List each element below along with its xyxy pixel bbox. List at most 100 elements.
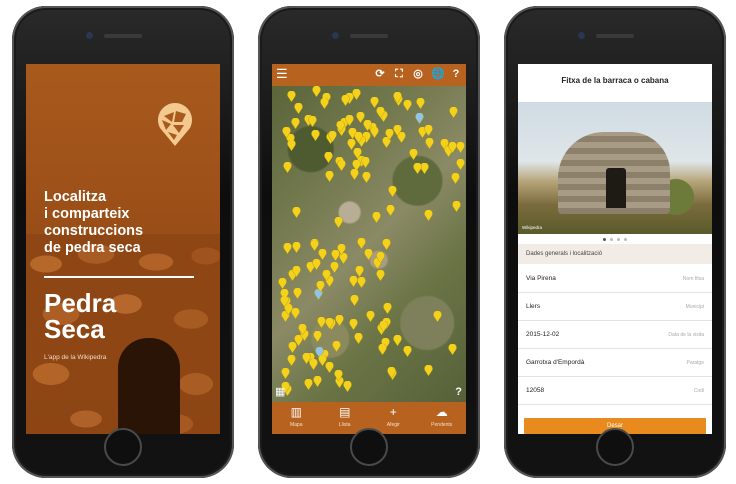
location-pin-icon[interactable]: [362, 172, 371, 183]
tab-add[interactable]: + Afegir: [371, 402, 416, 428]
location-pin-icon[interactable]: [362, 120, 372, 132]
home-button[interactable]: [104, 428, 142, 466]
location-pin-icon[interactable]: [424, 209, 434, 221]
location-pin-icon[interactable]: [354, 131, 364, 143]
globe-icon[interactable]: 🌐: [431, 67, 445, 81]
location-pin-icon[interactable]: [364, 248, 373, 260]
location-pin-icon[interactable]: [308, 115, 318, 127]
location-pin-icon[interactable]: [331, 341, 341, 353]
location-pin-icon[interactable]: [456, 159, 465, 171]
field-row[interactable]: Via Pirena Nom fitxa: [518, 265, 712, 293]
location-pin-icon[interactable]: [291, 117, 300, 129]
location-pin-icon[interactable]: [282, 161, 292, 173]
location-pin-icon[interactable]: [330, 262, 340, 274]
location-pin-icon[interactable]: [379, 321, 389, 333]
location-pin-icon[interactable]: [345, 114, 355, 126]
location-pin-icon[interactable]: [318, 249, 327, 261]
location-pin-icon[interactable]: [298, 323, 307, 335]
location-pin-icon[interactable]: [415, 97, 425, 109]
location-pin-icon[interactable]: [311, 129, 321, 141]
location-pin-icon[interactable]: [294, 102, 304, 114]
location-pin-icon[interactable]: [383, 303, 392, 315]
location-pin-icon[interactable]: [311, 86, 321, 98]
location-pin-icon[interactable]: [452, 200, 461, 212]
location-pin-icon[interactable]: [292, 207, 301, 219]
location-pin-icon[interactable]: [334, 369, 343, 381]
help-icon[interactable]: ?: [450, 67, 462, 81]
location-pin-icon[interactable]: [278, 277, 287, 289]
location-pin-icon[interactable]: [325, 318, 334, 330]
location-pin-icon[interactable]: [316, 280, 326, 292]
home-button[interactable]: [596, 428, 634, 466]
location-pin-icon[interactable]: [392, 334, 402, 346]
location-pin-icon[interactable]: [283, 243, 292, 255]
location-pin-icon[interactable]: [425, 137, 435, 149]
location-pin-icon[interactable]: [320, 98, 329, 110]
location-pin-icon[interactable]: [350, 169, 359, 181]
field-row[interactable]: Llers Municipi: [518, 293, 712, 321]
location-pin-icon[interactable]: [366, 311, 375, 323]
fullscreen-icon[interactable]: ⛶: [393, 67, 405, 81]
location-pin-icon[interactable]: [361, 156, 371, 168]
location-pin-icon[interactable]: [336, 120, 346, 132]
location-pin-icon[interactable]: [333, 217, 343, 229]
location-pin-icon[interactable]: [386, 204, 395, 216]
location-pin-icon[interactable]: [375, 107, 385, 119]
location-pin-icon[interactable]: [322, 269, 332, 281]
home-button[interactable]: [350, 428, 388, 466]
location-pin-icon[interactable]: [448, 107, 458, 119]
location-pin-icon[interactable]: [387, 367, 397, 379]
refresh-icon[interactable]: ⟳: [374, 67, 386, 81]
location-pin-icon[interactable]: [349, 319, 358, 331]
location-pin-icon[interactable]: [403, 100, 412, 112]
location-pin-icon[interactable]: [456, 142, 465, 154]
menu-icon[interactable]: ☰: [276, 67, 290, 81]
location-pin-icon[interactable]: [328, 130, 337, 142]
location-pin-icon[interactable]: [357, 277, 366, 289]
location-pin-icon[interactable]: [381, 238, 391, 250]
location-pin-icon[interactable]: [335, 315, 345, 327]
location-pin-icon[interactable]: [448, 344, 457, 356]
location-pin-icon[interactable]: [282, 126, 291, 138]
location-pin-icon[interactable]: [350, 294, 360, 306]
location-pin-icon[interactable]: [409, 148, 419, 160]
field-row[interactable]: 12058 Codi: [518, 377, 712, 405]
location-pin-icon[interactable]: [280, 295, 289, 307]
location-pin-icon[interactable]: [357, 238, 366, 250]
pin-help-icon[interactable]: ?: [455, 386, 462, 398]
location-pin-icon[interactable]: [387, 186, 397, 198]
carousel-dots[interactable]: [518, 238, 712, 241]
location-pin-icon[interactable]: [369, 96, 379, 108]
location-pin-icon[interactable]: [292, 241, 301, 253]
location-pin-icon[interactable]: [337, 160, 347, 172]
location-pin-icon[interactable]: [323, 151, 333, 163]
location-pin-icon[interactable]: [287, 140, 297, 152]
satellite-map[interactable]: [272, 86, 466, 402]
location-pin-icon[interactable]: [311, 259, 321, 271]
location-pin-icon[interactable]: [331, 249, 340, 261]
locate-icon[interactable]: ◎: [412, 67, 424, 81]
tab-list[interactable]: ▤ Llista: [322, 402, 367, 428]
location-pin-icon[interactable]: [312, 375, 322, 387]
location-pin-icon[interactable]: [393, 91, 402, 103]
location-pin-icon[interactable]: [392, 124, 402, 136]
field-row[interactable]: 2015-12-02 Data de la visita: [518, 321, 712, 349]
location-pin-icon[interactable]: [281, 368, 291, 380]
tab-pending[interactable]: ☁ Pendents: [419, 402, 464, 428]
location-pin-icon[interactable]: [293, 287, 303, 299]
location-pin-icon[interactable]: [376, 270, 386, 282]
layers-icon[interactable]: ▦: [275, 385, 285, 398]
location-pin-icon[interactable]: [355, 266, 364, 278]
location-pin-icon[interactable]: [287, 354, 296, 366]
location-pin-icon[interactable]: [378, 344, 387, 356]
location-pin-icon[interactable]: [403, 346, 413, 358]
location-pin-icon[interactable]: [451, 173, 460, 185]
location-pin-icon[interactable]: [376, 252, 385, 264]
location-pin-icon[interactable]: [433, 311, 442, 323]
location-pin-icon[interactable]: [302, 353, 311, 365]
field-row[interactable]: Garrotxa d'Empordà Paratge: [518, 349, 712, 377]
location-pin-icon[interactable]: [423, 365, 433, 377]
location-pin-icon[interactable]: [325, 171, 335, 183]
location-pin-icon[interactable]: [292, 266, 301, 278]
location-pin-icon[interactable]: [288, 342, 297, 354]
